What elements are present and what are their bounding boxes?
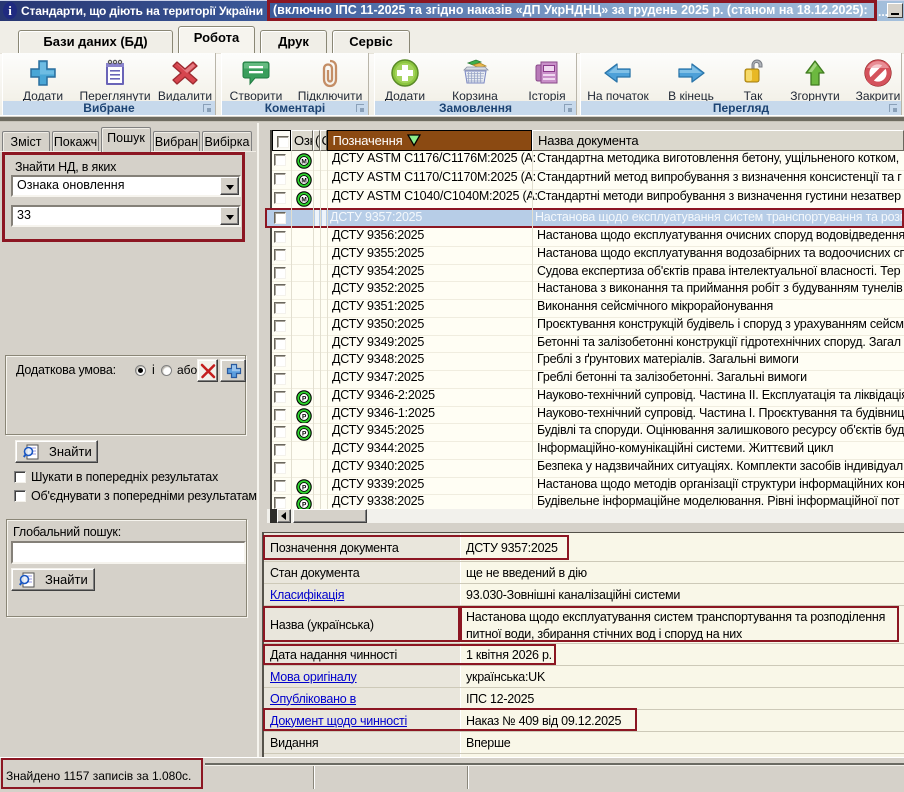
svg-text:М: М bbox=[301, 196, 306, 203]
svg-text:М: М bbox=[301, 177, 306, 184]
svg-text:М: М bbox=[301, 158, 306, 165]
